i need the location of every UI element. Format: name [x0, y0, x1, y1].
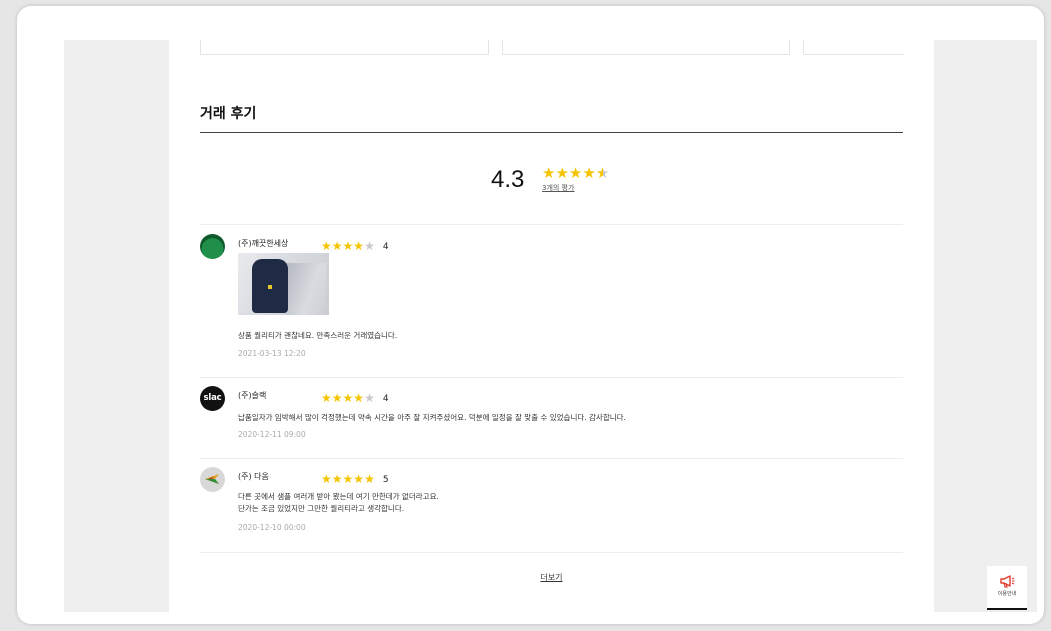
review-rating: ★★★★★ 4 — [321, 235, 389, 254]
star-icon: ★ — [342, 239, 354, 253]
star-icon: ★ — [342, 391, 354, 405]
review-stars: ★★★★★ — [321, 235, 375, 254]
title-divider — [200, 132, 903, 133]
review-divider — [200, 458, 903, 459]
review-author: (주)깨끗한세상 — [238, 239, 289, 248]
top-card[interactable] — [200, 40, 489, 55]
star-icon: ★ — [321, 472, 332, 486]
star-icon: ★ — [582, 164, 596, 182]
review-text: 납품일자가 임박해서 많이 걱정했는데 약속 시간을 아주 잘 지켜주셨어요. … — [238, 412, 626, 424]
review-stars: ★★★★★ — [321, 387, 375, 406]
review-divider — [200, 224, 903, 225]
star-icon: ★ — [595, 164, 610, 182]
daom-logo-icon — [205, 474, 219, 484]
review-text-line: 납품일자가 임박해서 많이 걱정했는데 약속 시간을 아주 잘 지켜주셨어요. … — [238, 413, 626, 422]
review-text: 다른 곳에서 샘플 여러개 받아 봤는데 여기 만한데가 없더라고요. 단가는 … — [238, 491, 439, 515]
star-icon: ★ — [321, 239, 332, 253]
avatar: slac — [200, 386, 225, 411]
star-icon: ★ — [364, 391, 375, 405]
review-divider — [200, 552, 903, 553]
section-title: 거래 후기 — [200, 106, 257, 122]
review-text: 상품 퀄리티가 괜찮네요. 만족스러운 거래였습니다. — [238, 330, 397, 342]
review-text-line: 다른 곳에서 샘플 여러개 받아 봤는데 여기 만한데가 없더라고요. — [238, 492, 439, 501]
review-photo[interactable] — [238, 253, 329, 315]
star-icon: ★ — [331, 391, 343, 405]
review-rating: ★★★★★ 5 — [321, 468, 389, 487]
megaphone-icon — [1000, 575, 1015, 588]
backpack-image — [252, 259, 288, 313]
star-icon: ★ — [331, 472, 343, 486]
review-author: (주) 다옴 — [238, 472, 269, 481]
review-author: (주)슬랙 — [238, 391, 267, 400]
review-text-line: 상품 퀄리티가 괜찮네요. 만족스러운 거래였습니다. — [238, 331, 398, 340]
star-icon: ★ — [321, 391, 332, 405]
average-score: 4.3 — [491, 166, 525, 193]
star-icon: ★ — [353, 472, 365, 486]
avatar — [200, 234, 225, 259]
content-column: 거래 후기 4.3 ★★★★★ 3개의 평가 (주)깨끗한세상 ★★★★★ 4 — [169, 40, 934, 612]
review-date: 2021-03-13 12:20 — [238, 349, 306, 358]
more-button[interactable]: 더보기 — [169, 572, 934, 583]
guide-label: 이용안내 — [997, 591, 1017, 597]
review-rating: ★★★★★ 4 — [321, 387, 389, 406]
review-date: 2020-12-10 00:00 — [238, 523, 306, 532]
summary-stars: ★★★★★ — [542, 163, 609, 182]
review-date: 2020-12-11 09:00 — [238, 430, 306, 439]
rating-value: 5 — [382, 475, 389, 485]
review-text-line: 단가는 조금 있었지만 그만한 퀄리티라고 생각합니다. — [238, 504, 405, 513]
star-icon: ★ — [542, 164, 556, 182]
star-icon: ★ — [342, 472, 354, 486]
top-card[interactable] — [502, 40, 790, 55]
rating-value: 4 — [382, 242, 389, 252]
page-viewport: 거래 후기 4.3 ★★★★★ 3개의 평가 (주)깨끗한세상 ★★★★★ 4 — [64, 40, 1037, 612]
review-count-link[interactable]: 3개의 평가 — [542, 183, 574, 193]
review-stars: ★★★★★ — [321, 468, 375, 487]
avatar — [200, 467, 225, 492]
star-icon: ★ — [364, 239, 375, 253]
top-card[interactable] — [803, 40, 904, 55]
star-icon: ★ — [364, 472, 375, 486]
star-icon: ★ — [331, 239, 343, 253]
review-divider — [200, 377, 903, 378]
browser-frame: 거래 후기 4.3 ★★★★★ 3개의 평가 (주)깨끗한세상 ★★★★★ 4 — [17, 6, 1044, 624]
rating-value: 4 — [382, 394, 389, 404]
star-icon: ★ — [353, 239, 365, 253]
star-icon: ★ — [353, 391, 365, 405]
star-icon: ★ — [568, 164, 583, 182]
top-card-row — [200, 40, 904, 56]
star-icon: ★ — [555, 164, 569, 182]
guide-button[interactable]: 이용안내 — [987, 566, 1027, 610]
photo-background — [286, 263, 326, 315]
